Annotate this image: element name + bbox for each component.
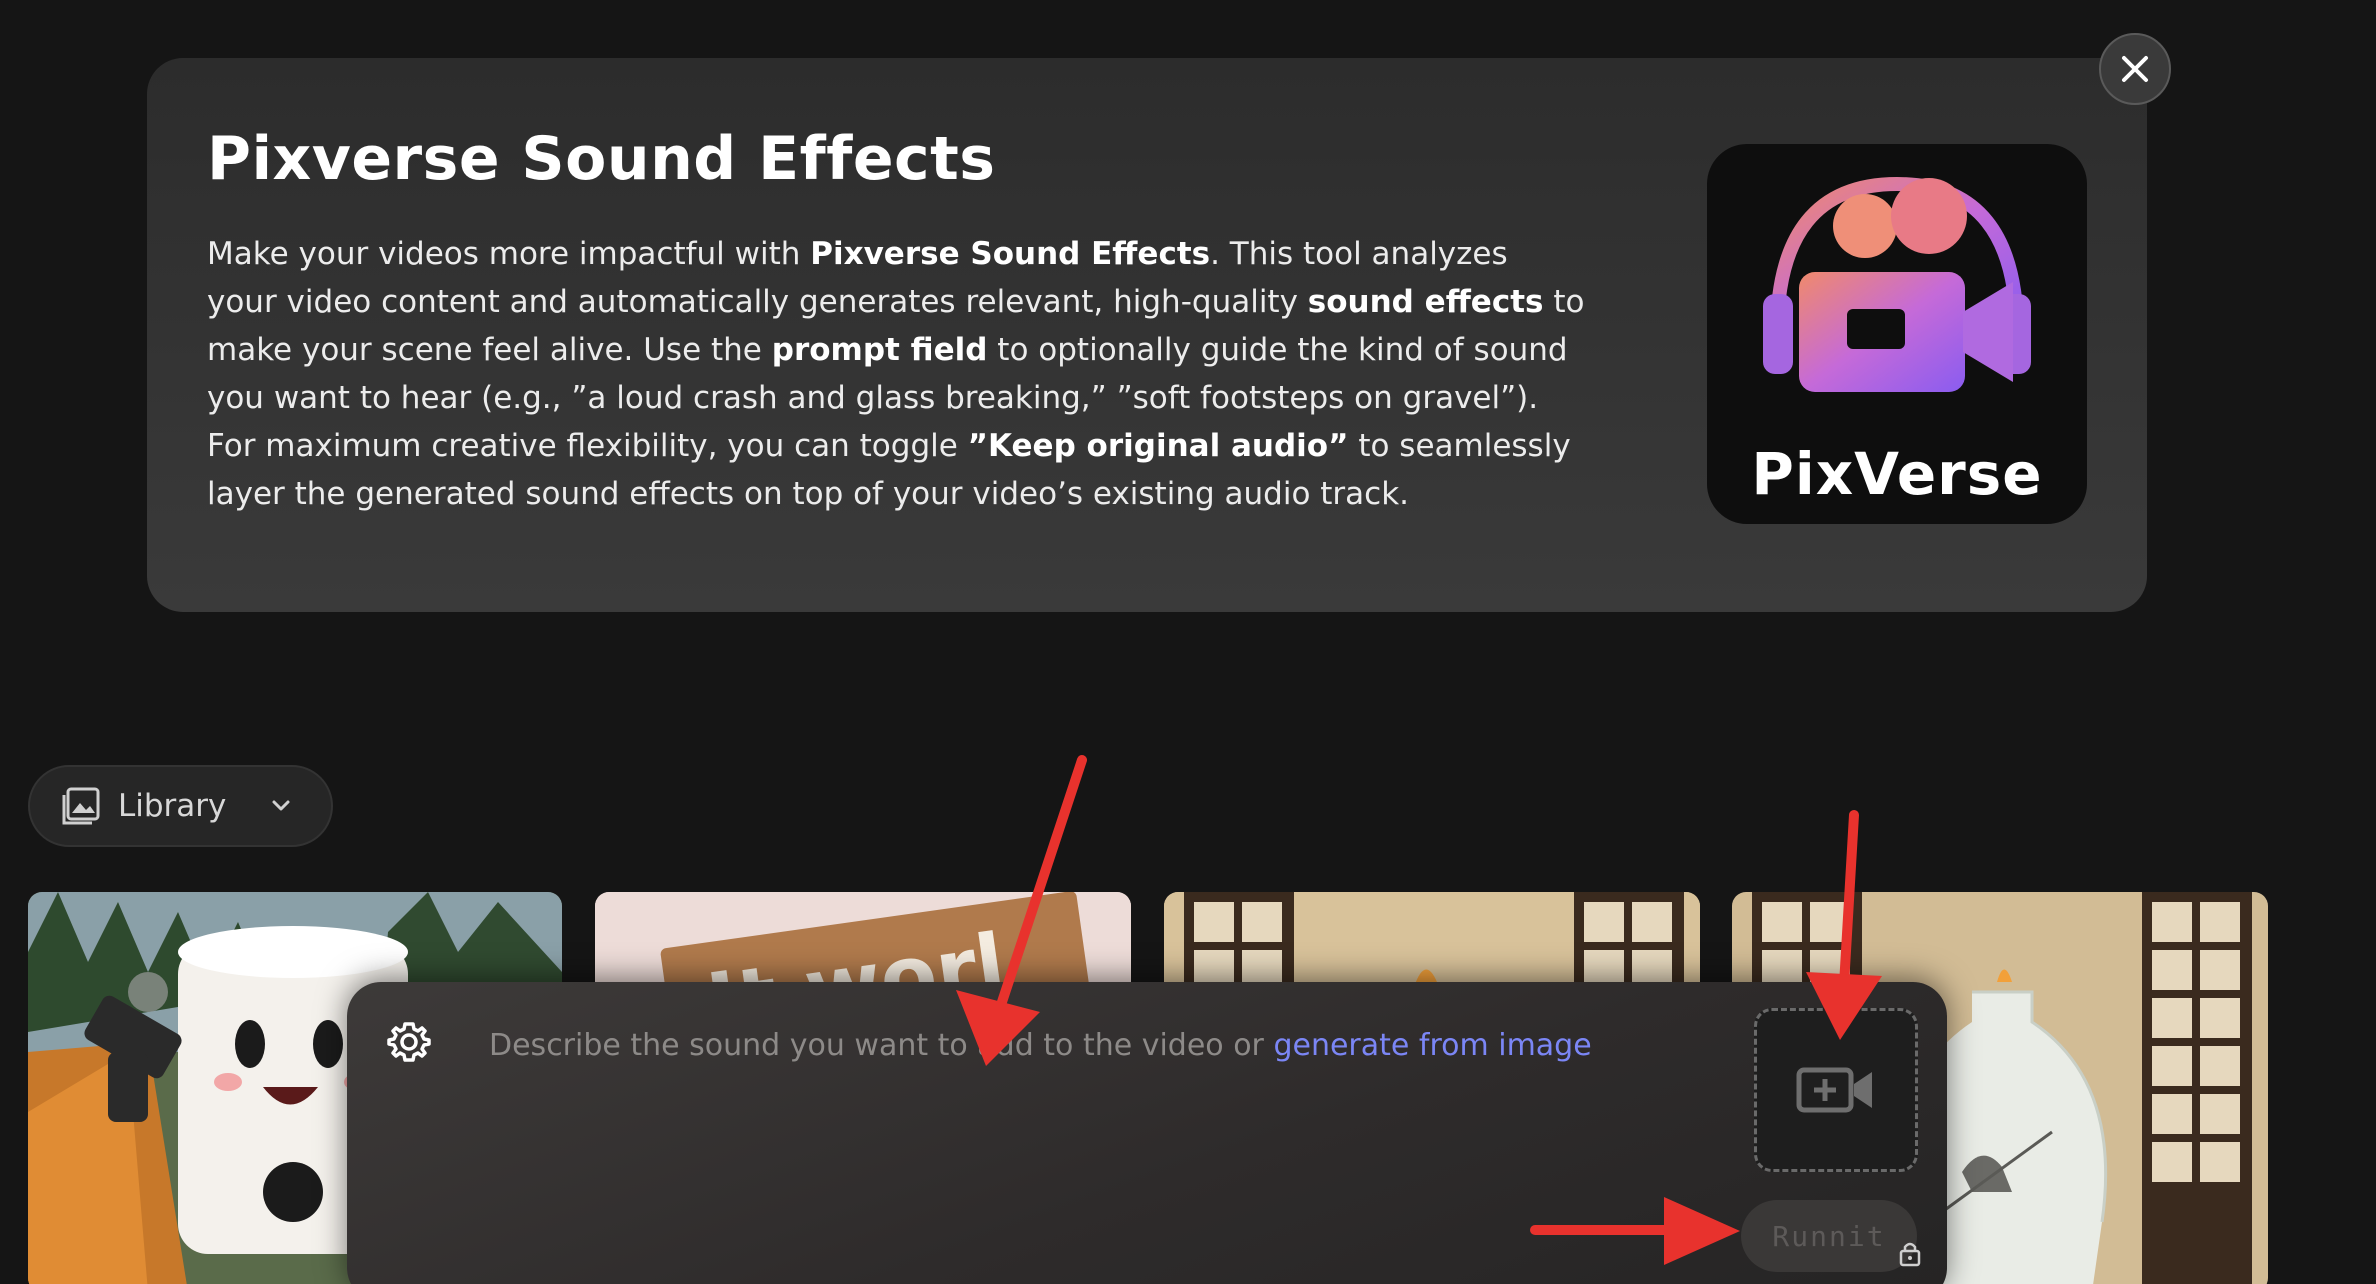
run-button[interactable]: Runnit — [1741, 1200, 1917, 1272]
desc-bold-2: sound effects — [1307, 284, 1544, 320]
gear-icon[interactable] — [387, 1020, 431, 1064]
desc-text-1: Make your videos more impactful with — [207, 236, 811, 272]
library-label: Library — [118, 788, 227, 824]
chevron-down-icon — [272, 800, 290, 811]
prompt-panel: Describe the sound you want to add to th… — [347, 982, 1947, 1284]
upload-video-button[interactable] — [1754, 1008, 1918, 1172]
pixverse-logo: PixVerse — [1707, 144, 2087, 524]
pixverse-logo-text: PixVerse — [1751, 440, 2043, 508]
generate-from-image-link[interactable]: generate from image — [1273, 1028, 1591, 1063]
close-icon — [2122, 56, 2148, 82]
image-gallery-icon — [62, 787, 100, 825]
page: Pixverse Sound Effects Make your videos … — [0, 0, 2376, 1284]
lock-icon — [1899, 1242, 1921, 1267]
info-dialog: Pixverse Sound Effects Make your videos … — [147, 58, 2147, 612]
dialog-title: Pixverse Sound Effects — [207, 124, 996, 194]
desc-bold-4: ”Keep original audio” — [967, 428, 1349, 464]
close-button[interactable] — [2099, 33, 2171, 105]
prompt-placeholder: Describe the sound you want to add to th… — [489, 1028, 1274, 1063]
library-dropdown[interactable]: Library — [28, 765, 333, 847]
desc-bold-1: Pixverse Sound Effects — [810, 236, 1211, 272]
dialog-description: Make your videos more impactful with Pix… — [207, 230, 1587, 518]
sound-prompt-input[interactable]: Describe the sound you want to add to th… — [489, 1028, 1689, 1063]
desc-bold-3: prompt field — [771, 332, 988, 368]
video-add-icon — [1796, 1067, 1872, 1113]
